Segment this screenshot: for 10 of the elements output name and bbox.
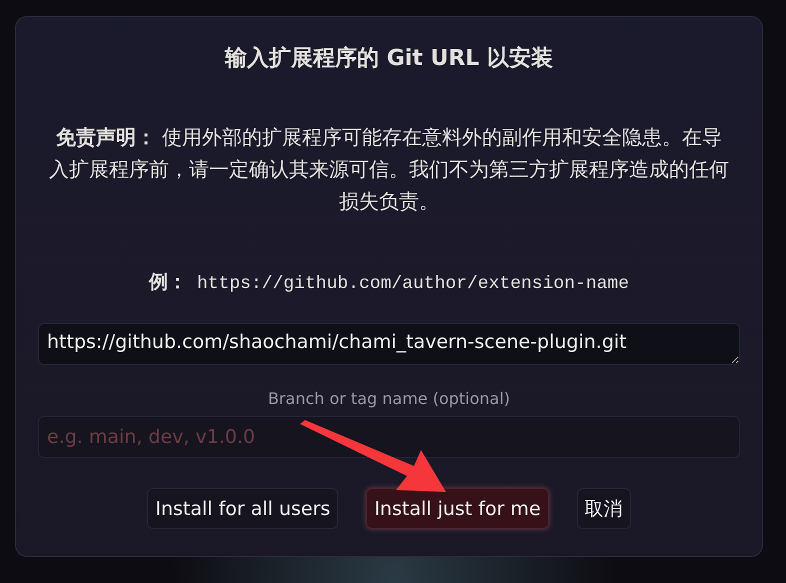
dialog-button[interactable]: Install for all users (147, 488, 338, 529)
example-url: https://github.com/author/extension-name (196, 274, 630, 294)
dialog-title: 输入扩展程序的 Git URL 以安装 (225, 44, 553, 73)
example-label: 例： (148, 270, 187, 295)
disclaimer-text: 免责声明： 使用外部的扩展程序可能存在意料外的副作用和安全隐患。在导入扩展程序前，请一定确认其来源可信。我们不为第三方扩展程序造成的任何损失负责。 (49, 124, 729, 215)
dialog-button[interactable]: Install just for me (366, 488, 549, 529)
branch-label: Branch or tag name (optional) (268, 389, 510, 408)
dialog-button[interactable]: 取消 (576, 488, 631, 529)
branch-field[interactable]: e.g. main, dev, v1.0.0 (38, 416, 740, 458)
url-field[interactable]: https://github.com/shaochami/chami_tavern-scene-plugin.git (38, 323, 740, 365)
